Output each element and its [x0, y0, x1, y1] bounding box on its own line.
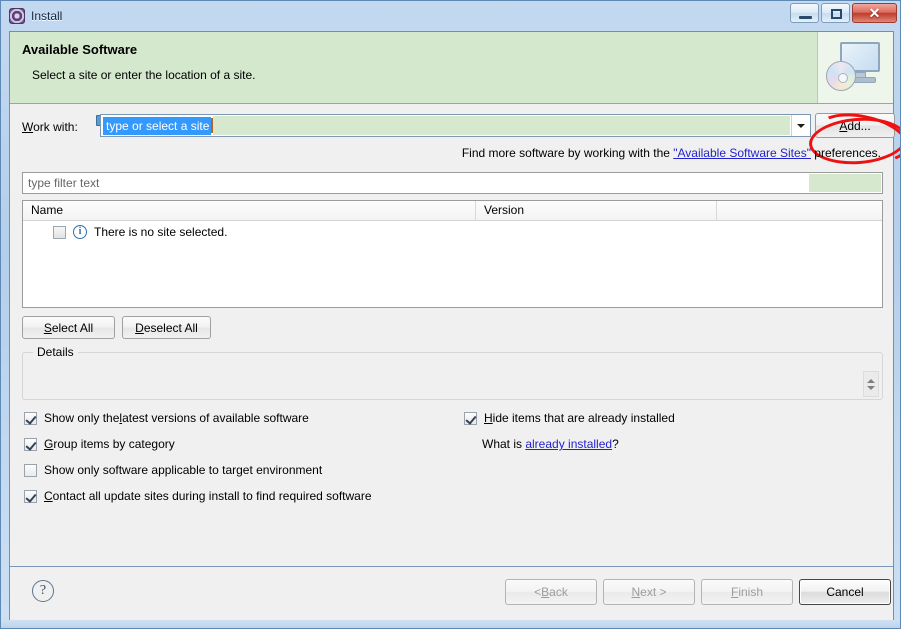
option-label-post: atest versions of available software: [122, 411, 309, 425]
window-controls: ✕: [790, 3, 897, 23]
finish-mnemonic: F: [730, 585, 739, 599]
monitor-with-disc-icon: [817, 32, 893, 103]
disc-icon: [826, 61, 856, 91]
window-bottom-edge: [1, 620, 900, 628]
back-prefix: <: [534, 585, 542, 599]
back-mnemonic: B: [541, 585, 550, 599]
checkbox[interactable]: [464, 411, 477, 425]
cancel-button[interactable]: Cancel: [799, 579, 891, 605]
checkbox[interactable]: [24, 437, 37, 451]
next-label: ext >: [640, 585, 667, 599]
combo-dropdown-button[interactable]: [791, 115, 810, 136]
dialog-content: Work with: i type or select a site Add..…: [10, 104, 900, 579]
minimize-button[interactable]: [790, 3, 819, 23]
option-show-latest-versions[interactable]: Show only the l atest versions of availab…: [24, 411, 309, 425]
find-more-suffix: preferences.: [810, 146, 881, 160]
option-applicable-to-target[interactable]: Show only software applicable to target …: [24, 463, 322, 477]
close-icon: ✕: [868, 4, 881, 21]
filter-placeholder: type filter text: [28, 176, 100, 190]
column-header-name[interactable]: Name: [23, 201, 476, 221]
work-with-selected-text: type or select a site: [103, 116, 212, 135]
window-title: Install: [31, 9, 63, 23]
already-installed-link[interactable]: already installed: [525, 437, 612, 451]
page-title: Available Software: [22, 42, 138, 57]
details-group: Details: [22, 345, 883, 400]
select-all-button[interactable]: Select All: [22, 316, 115, 339]
what-is-suffix: ?: [612, 437, 619, 451]
work-with-mnemonic: W: [22, 120, 34, 134]
checkbox[interactable]: [24, 463, 37, 477]
page-subtitle: Select a site or enter the location of a…: [32, 68, 256, 82]
chevron-down-icon[interactable]: [867, 385, 875, 390]
deselect-all-label: eselect All: [143, 320, 198, 335]
table-row[interactable]: i There is no site selected.: [23, 221, 882, 243]
finish-label: inish: [738, 585, 764, 599]
info-icon: i: [73, 225, 87, 239]
filter-fill: [809, 174, 881, 192]
close-button[interactable]: ✕: [852, 3, 897, 23]
option-label-post: how only software applicable to target e…: [52, 463, 323, 477]
table-row-label: There is no site selected.: [94, 225, 228, 239]
option-mnemonic: H: [484, 411, 493, 425]
dialog-footer: ? < Back Next > Finish Cancel: [10, 567, 893, 621]
maximize-icon: [831, 9, 842, 19]
option-group-by-category[interactable]: Group items by category: [24, 437, 175, 451]
available-software-sites-link[interactable]: "Available Software Sites": [673, 146, 811, 160]
find-more-software-text: Find more software by working with the "…: [462, 146, 881, 160]
row-checkbox[interactable]: [53, 225, 66, 239]
column-header-version[interactable]: Version: [476, 201, 717, 221]
finish-button[interactable]: Finish: [701, 579, 793, 605]
option-label-pre: Show only the: [44, 411, 120, 425]
add-button[interactable]: Add...: [815, 113, 895, 138]
install-gear-icon: [9, 8, 25, 24]
checkbox[interactable]: [24, 489, 37, 503]
work-with-input[interactable]: type or select a site: [101, 115, 791, 136]
checkbox[interactable]: [24, 411, 37, 425]
select-all-label: elect All: [51, 320, 94, 335]
option-label-post: ontact all update sites during install t…: [52, 489, 372, 503]
minimize-icon: [799, 16, 812, 19]
install-dialog-window: Install ✕ Available Software Select a si…: [0, 0, 901, 629]
dialog-body: Available Software Select a site or ente…: [9, 31, 900, 622]
add-button-mnemonic: A: [839, 118, 848, 133]
what-is-already-installed: What is already installed?: [482, 437, 619, 451]
software-table[interactable]: Name Version i There is no site selected…: [22, 200, 883, 308]
work-with-combo[interactable]: type or select a site: [100, 114, 811, 137]
back-button[interactable]: < Back: [505, 579, 597, 605]
what-is-prefix: What is: [482, 437, 526, 451]
next-button[interactable]: Next >: [603, 579, 695, 605]
option-hide-installed-items[interactable]: Hide items that are already installed: [464, 411, 675, 425]
details-scroll-spinner[interactable]: [863, 371, 879, 397]
details-legend: Details: [33, 345, 78, 359]
next-mnemonic: N: [631, 585, 641, 599]
cancel-label: Cancel: [826, 585, 864, 599]
add-button-label: dd...: [847, 118, 871, 133]
wizard-banner: Available Software Select a site or ente…: [10, 32, 893, 104]
filter-input[interactable]: type filter text: [22, 172, 883, 194]
maximize-button[interactable]: [821, 3, 850, 23]
back-label: ack: [549, 585, 568, 599]
option-mnemonic: C: [44, 489, 53, 503]
option-contact-all-update-sites[interactable]: Contact all update sites during install …: [24, 489, 372, 503]
table-header-row: Name Version: [23, 201, 882, 221]
work-with-label: Work with:: [22, 120, 78, 134]
work-with-label-text: ork with:: [33, 120, 78, 134]
column-header-blank[interactable]: [717, 201, 882, 221]
deselect-all-button[interactable]: Deselect All: [122, 316, 211, 339]
option-mnemonic: G: [44, 437, 54, 451]
chevron-down-icon: [797, 123, 805, 128]
title-bar: Install ✕: [1, 1, 900, 31]
work-with-row: Work with: i type or select a site Add..…: [22, 105, 900, 171]
chevron-up-icon[interactable]: [867, 378, 875, 383]
option-label-post: roup items by category: [53, 437, 175, 451]
help-button[interactable]: ?: [32, 580, 54, 602]
deselect-all-mnemonic: D: [135, 320, 144, 335]
option-label-post: ide items that are already installed: [492, 411, 675, 425]
find-more-prefix: Find more software by working with the: [461, 146, 674, 160]
select-all-mnemonic: S: [43, 320, 52, 335]
option-mnemonic: S: [44, 463, 53, 477]
combo-fill: [213, 116, 790, 135]
